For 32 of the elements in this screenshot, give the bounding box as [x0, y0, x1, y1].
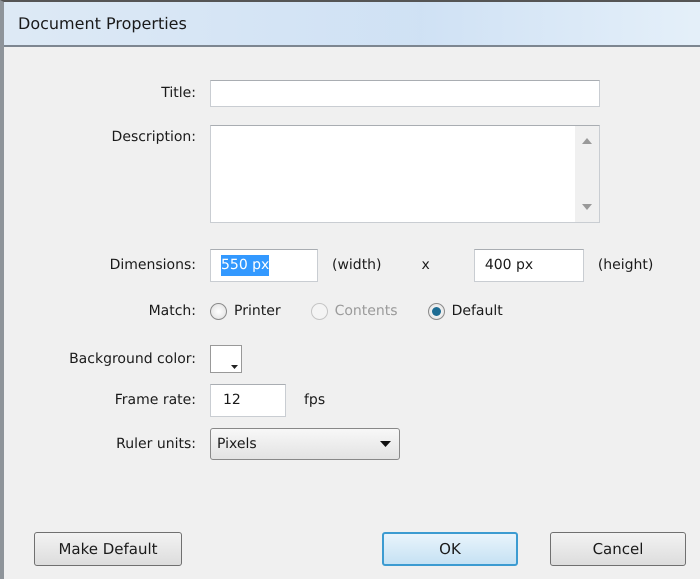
- radio-option[interactable]: Printer: [210, 300, 281, 322]
- unit-label: fps: [304, 391, 326, 410]
- dialog-button[interactable]: Cancel: [550, 532, 686, 566]
- ruler-units-dropdown[interactable]: Pixels: [210, 428, 400, 460]
- color-swatch[interactable]: [210, 345, 242, 373]
- times-label: x: [422, 256, 430, 275]
- caret-icon: [231, 365, 238, 369]
- field-label: Description:: [110, 128, 197, 147]
- field-value: 550 px: [221, 255, 270, 276]
- window-title: Document Properties: [18, 12, 187, 34]
- field-label: Title:: [160, 84, 197, 102]
- radio-button[interactable]: [428, 302, 445, 320]
- scrollbar[interactable]: [575, 126, 599, 222]
- frame-rate-field[interactable]: 12: [210, 384, 286, 417]
- field-label: Frame rate:: [114, 391, 197, 410]
- field-label: Dimensions:: [108, 256, 197, 275]
- radio-button[interactable]: [210, 302, 227, 320]
- scroll-down-icon[interactable]: [582, 204, 592, 210]
- title-field[interactable]: [210, 80, 600, 106]
- field-value: 400 px: [484, 256, 534, 275]
- field-label: Match:: [148, 302, 197, 320]
- dialog-button[interactable]: Make Default: [34, 532, 182, 566]
- description-field[interactable]: [210, 125, 600, 223]
- field-label: Ruler units:: [115, 434, 197, 454]
- caret-icon: [380, 441, 391, 447]
- field-label: Background color:: [68, 350, 197, 368]
- unit-label: (height): [598, 256, 654, 275]
- radio-option[interactable]: Default: [428, 300, 503, 322]
- scroll-up-icon[interactable]: [582, 138, 592, 144]
- unit-label: (width): [332, 256, 382, 275]
- dialog-button[interactable]: OK: [382, 532, 518, 566]
- height-field[interactable]: 400 px: [474, 249, 584, 282]
